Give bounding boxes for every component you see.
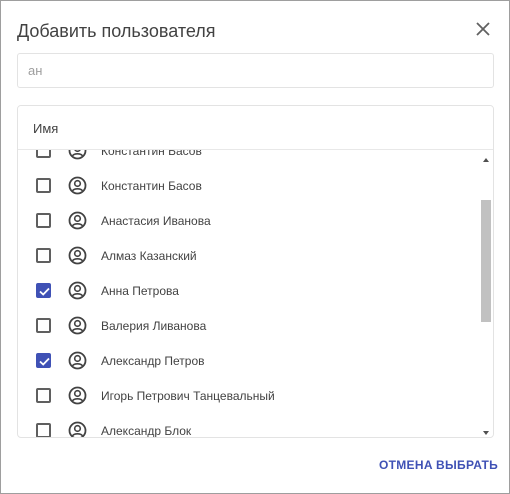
checkbox[interactable] [36,213,51,228]
scroll-up-icon[interactable] [482,157,490,163]
user-name: Анастасия Иванова [101,214,211,228]
add-user-dialog: Добавить пользователя Имя Константин Бас… [0,0,510,494]
checkbox[interactable] [36,150,51,158]
close-icon[interactable] [471,17,495,41]
user-name: Александр Петров [101,354,205,368]
user-icon [68,176,87,195]
checkbox-checked[interactable] [36,353,51,368]
list-item[interactable]: Валерия Ливанова [18,308,478,343]
list-item[interactable]: Константин Басов [18,150,478,168]
list-item[interactable]: Александр Блок [18,413,478,438]
user-icon [68,281,87,300]
list-item[interactable]: Александр Петров [18,343,478,378]
search-input[interactable] [17,53,494,88]
user-name: Константин Басов [101,150,202,158]
user-name: Анна Петрова [101,284,179,298]
user-rows: Константин Басов Константин Басов Анастаси… [18,150,478,438]
user-name: Константин Басов [101,179,202,193]
checkbox[interactable] [36,318,51,333]
list-item[interactable]: Константин Басов [18,168,478,203]
user-name: Алмаз Казанский [101,249,197,263]
user-name: Валерия Ливанова [101,319,207,333]
user-icon [68,246,87,265]
list-item[interactable]: Анастасия Иванова [18,203,478,238]
scrollbar-thumb[interactable] [481,200,491,322]
select-button[interactable]: ВЫБРАТЬ [436,458,498,472]
checkbox[interactable] [36,388,51,403]
user-list: Имя Константин Басов Константин Басов Анас… [17,105,494,438]
user-name: Игорь Петрович Танцевальный [101,389,275,403]
user-icon [68,316,87,335]
cancel-button[interactable]: ОТМЕНА [379,458,433,472]
checkbox[interactable] [36,423,51,437]
scrollbar[interactable] [478,150,493,437]
column-header-name: Имя [33,121,59,136]
user-icon [68,421,87,437]
list-item[interactable]: Алмаз Казанский [18,238,478,273]
dialog-title: Добавить пользователя [17,21,216,41]
list-item[interactable]: Игорь Петрович Танцевальный [18,378,478,413]
list-header: Имя [18,106,493,150]
scroll-down-icon[interactable] [482,430,490,436]
checkbox[interactable] [36,248,51,263]
list-item[interactable]: Анна Петрова [18,273,478,308]
user-icon [68,386,87,405]
user-icon [68,211,87,230]
user-icon [68,150,87,160]
user-name: Александр Блок [101,424,192,438]
checkbox-checked[interactable] [36,283,51,298]
checkbox[interactable] [36,178,51,193]
user-icon [68,351,87,370]
